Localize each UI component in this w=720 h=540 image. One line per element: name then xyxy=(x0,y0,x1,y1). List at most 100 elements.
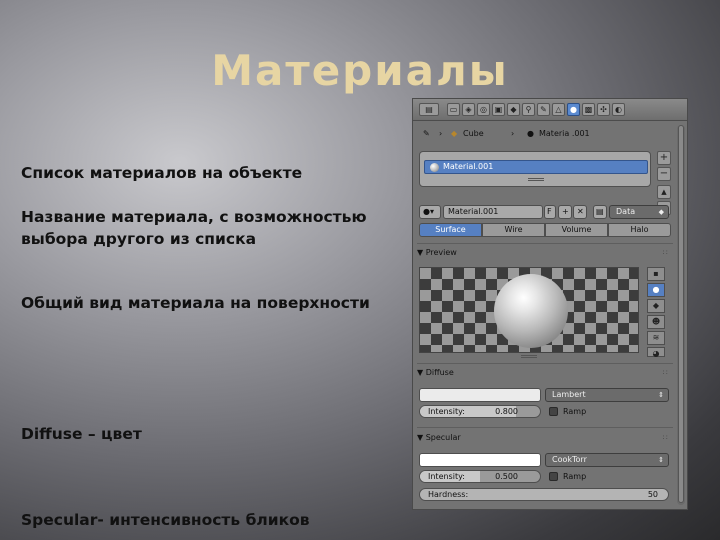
note-preview: Общий вид материала на поверхности xyxy=(21,294,370,312)
slider-value: 0.500 xyxy=(495,472,518,481)
diffuse-ramp-checkbox[interactable]: Ramp xyxy=(549,406,586,418)
preview-header-label: Preview xyxy=(425,248,457,257)
breadcrumb-object: Cube xyxy=(463,129,484,138)
divider xyxy=(417,427,673,428)
hardness-slider[interactable]: Hardness: 50 xyxy=(419,488,669,501)
material-name-field[interactable]: Material.001 xyxy=(443,205,543,219)
preview-sky-button[interactable]: ◕ xyxy=(647,347,665,358)
drag-handle-icon[interactable]: :: xyxy=(662,431,669,444)
drag-handle-icon[interactable]: :: xyxy=(662,366,669,379)
tab-halo[interactable]: Halo xyxy=(608,223,671,237)
tab-surface[interactable]: Surface xyxy=(419,223,482,237)
specular-ramp-checkbox[interactable]: Ramp xyxy=(549,471,586,483)
note-specular: Specular- интенсивность бликов xyxy=(21,511,310,529)
chevron-right-icon: › xyxy=(511,129,515,138)
checkbox-box[interactable] xyxy=(549,407,558,416)
material-sphere-icon xyxy=(430,163,439,172)
scene-icon[interactable]: ◈ xyxy=(462,103,475,116)
material-slot-list[interactable]: Material.001 xyxy=(419,151,651,187)
preview-sphere-button[interactable]: ● xyxy=(647,283,665,297)
preview-sphere xyxy=(494,274,568,348)
add-slot-button[interactable]: + xyxy=(657,151,671,165)
expand-triangle-icon: ▼ xyxy=(417,433,424,442)
specular-shader-value: CookTorr xyxy=(552,455,587,464)
render-icon[interactable]: ▭ xyxy=(447,103,460,116)
breadcrumb: ✎ › ◆ Cube › ● Materia .001 xyxy=(421,127,681,141)
preview-monkey-button[interactable]: ☻ xyxy=(647,315,665,329)
ramp-label: Ramp xyxy=(563,407,587,416)
material-slot-row[interactable]: Material.001 xyxy=(424,160,648,174)
diffuse-color-swatch[interactable] xyxy=(419,388,541,402)
material-properties-panel: ▤ ▭ ◈ ◎ ▣ ◆ ⚲ ✎ △ ● ▩ ✣ ◐ ✎ › ◆ Cube › ●… xyxy=(412,98,688,510)
slider-value: 50 xyxy=(647,490,658,499)
slider-value: 0.800 xyxy=(495,407,518,416)
browse-material-button[interactable]: ●▾ xyxy=(419,205,441,219)
specular-color-swatch[interactable] xyxy=(419,453,541,467)
material-type-tabs: Surface Wire Volume Halo xyxy=(419,223,671,237)
resize-handle[interactable] xyxy=(528,178,544,181)
preview-hair-button[interactable]: ≋ xyxy=(647,331,665,345)
unlink-material-button[interactable]: ✕ xyxy=(573,205,587,219)
diffuse-intensity-slider[interactable]: Intensity: 0.800 xyxy=(419,405,541,418)
context-header: ▤ ▭ ◈ ◎ ▣ ◆ ⚲ ✎ △ ● ▩ ✣ ◐ xyxy=(413,99,687,121)
diffuse-header-label: Diffuse xyxy=(425,368,454,377)
chevron-updown-icon: ⇕ xyxy=(658,391,664,399)
material-icon[interactable]: ● xyxy=(567,103,580,116)
link-data-dropdown[interactable]: Data ◆ xyxy=(609,205,669,219)
material-preview xyxy=(419,267,639,353)
chevron-updown-icon: ⇕ xyxy=(658,456,664,464)
slider-label: Hardness: xyxy=(428,490,469,499)
constraints-icon[interactable]: ⚲ xyxy=(522,103,535,116)
ramp-label: Ramp xyxy=(563,472,587,481)
texture-icon[interactable]: ▩ xyxy=(582,103,595,116)
object-data-icon[interactable]: ◆ xyxy=(507,103,520,116)
material-slot-label: Material.001 xyxy=(443,162,494,171)
panel-scrollbar[interactable] xyxy=(677,125,685,505)
add-material-button[interactable]: + xyxy=(558,205,572,219)
move-up-button[interactable]: ▲ xyxy=(657,185,671,199)
diffuse-header[interactable]: ▼ Diffuse :: xyxy=(417,366,673,379)
pin-icon[interactable]: ✎ xyxy=(423,127,430,141)
tab-volume[interactable]: Volume xyxy=(545,223,608,237)
divider xyxy=(417,363,673,364)
remove-slot-button[interactable]: − xyxy=(657,167,671,181)
preview-header[interactable]: ▼ Preview :: xyxy=(417,246,673,259)
fake-user-button[interactable]: F xyxy=(544,205,556,219)
diffuse-shader-value: Lambert xyxy=(552,390,586,399)
expand-triangle-icon: ▼ xyxy=(417,248,424,257)
physics-icon[interactable]: ◐ xyxy=(612,103,625,116)
world-icon[interactable]: ◎ xyxy=(477,103,490,116)
specular-shader-dropdown[interactable]: CookTorr ⇕ xyxy=(545,453,669,467)
checkbox-box[interactable] xyxy=(549,472,558,481)
preview-flat-button[interactable]: ▪ xyxy=(647,267,665,281)
chevron-down-icon: ◆ xyxy=(658,208,664,216)
drag-handle-icon[interactable]: :: xyxy=(662,246,669,259)
particles-icon[interactable]: ✣ xyxy=(597,103,610,116)
scrollbar-thumb[interactable] xyxy=(678,125,684,503)
cube-icon: ◆ xyxy=(451,129,458,138)
note-material-list: Список материалов на объекте xyxy=(21,164,303,182)
divider xyxy=(417,243,673,244)
specular-header-label: Specular xyxy=(425,433,461,442)
slide-title: Материалы xyxy=(211,46,509,95)
material-sphere-icon: ● xyxy=(527,129,534,138)
chevron-right-icon: › xyxy=(439,129,443,138)
specular-header[interactable]: ▼ Specular :: xyxy=(417,431,673,444)
diffuse-shader-dropdown[interactable]: Lambert ⇕ xyxy=(545,388,669,402)
tab-wire[interactable]: Wire xyxy=(482,223,545,237)
object-icon[interactable]: ▣ xyxy=(492,103,505,116)
note-material-name: Название материала, с возможностью выбор… xyxy=(21,208,367,248)
editor-type-icon[interactable]: ▤ xyxy=(419,103,439,116)
breadcrumb-material: Materia .001 xyxy=(539,129,590,138)
preview-cube-button[interactable]: ◆ xyxy=(647,299,665,313)
clipboard-icon[interactable]: ▤ xyxy=(593,205,607,219)
modifiers-icon[interactable]: ✎ xyxy=(537,103,550,116)
resize-handle[interactable] xyxy=(521,355,537,358)
expand-triangle-icon: ▼ xyxy=(417,368,424,377)
note-diffuse: Diffuse – цвет xyxy=(21,425,142,443)
slider-label: Intensity: xyxy=(428,472,465,481)
link-data-value: Data xyxy=(616,207,636,216)
mesh-data-icon[interactable]: △ xyxy=(552,103,565,116)
slider-label: Intensity: xyxy=(428,407,465,416)
specular-intensity-slider[interactable]: Intensity: 0.500 xyxy=(419,470,541,483)
